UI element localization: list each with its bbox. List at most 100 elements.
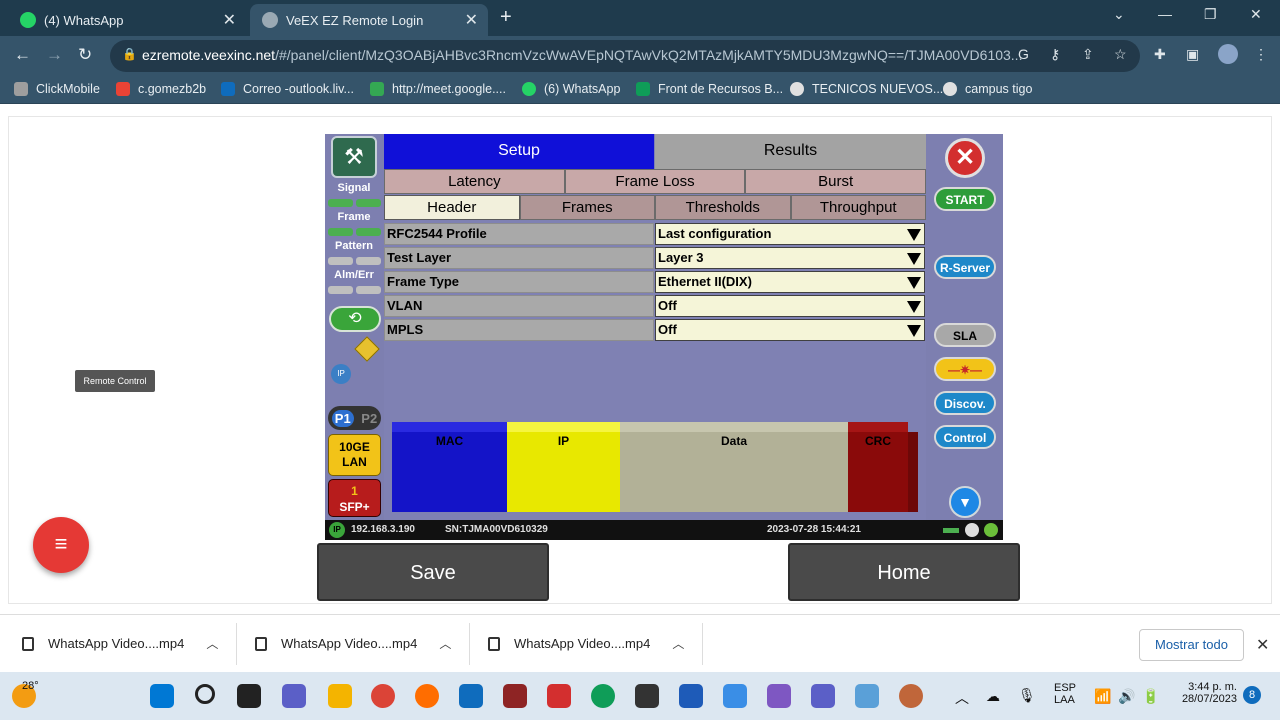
teams-icon[interactable]	[811, 684, 835, 708]
menu-fab-button[interactable]: ≡	[33, 517, 89, 573]
sfp-button[interactable]: 1 SFP+	[328, 479, 381, 517]
word-icon[interactable]	[679, 684, 703, 708]
clock[interactable]: 3:44 p. m. 28/07/2023	[1175, 681, 1237, 705]
history-button[interactable]: ⟲	[329, 306, 381, 332]
remote-device-screen[interactable]: ⚒ Signal Frame Pattern Alm/Err ⟲ IP P1 P…	[325, 134, 1003, 540]
notification-badge[interactable]: 8	[1243, 686, 1261, 704]
terminal-icon[interactable]	[635, 684, 659, 708]
chevron-up-icon[interactable]: ︿	[206, 635, 218, 652]
home-button[interactable]: Home	[788, 543, 1020, 601]
minimize-button[interactable]: —	[1158, 6, 1172, 22]
file-explorer-icon[interactable]	[328, 684, 352, 708]
bookmark-item[interactable]: Correo -outlook.liv...	[221, 82, 354, 96]
vlan-select[interactable]: Off	[655, 295, 925, 317]
tab-header[interactable]: Header	[384, 195, 520, 220]
search-icon[interactable]	[195, 684, 215, 704]
tab-frame-loss[interactable]: Frame Loss	[564, 169, 746, 194]
network-icon[interactable]: ☁	[986, 688, 1000, 705]
tab-whatsapp[interactable]: (4) WhatsApp ✕	[8, 4, 246, 36]
tab-search-icon[interactable]: ⌄	[1113, 6, 1125, 23]
chevron-up-icon[interactable]: ︿	[672, 635, 684, 652]
test-layer-select[interactable]: Layer 3	[655, 247, 925, 269]
menu-icon[interactable]: ⋮	[1254, 46, 1268, 63]
tab-setup[interactable]: Setup	[384, 134, 654, 169]
microphone-icon[interactable]: 🎙	[1018, 687, 1036, 704]
mac-segment[interactable]: MAC	[392, 422, 507, 512]
mpls-select[interactable]: Off	[655, 319, 925, 341]
bookmark-item[interactable]: c.gomezb2b	[116, 82, 206, 96]
remote-desktop-icon[interactable]	[855, 684, 879, 708]
download-item[interactable]: WhatsApp Video....mp4 ︿	[488, 635, 684, 652]
close-tab-icon[interactable]: ✕	[223, 10, 236, 30]
frame-type-select[interactable]: Ethernet II(DIX)	[655, 271, 925, 293]
battery-icon[interactable]: 🔋	[1142, 688, 1159, 705]
extensions-icon[interactable]: ✚	[1154, 46, 1166, 63]
language-indicator[interactable]: ESP LAA	[1054, 682, 1076, 706]
acrobat-icon[interactable]	[547, 684, 571, 708]
snipping-icon[interactable]	[767, 684, 791, 708]
chevron-up-icon[interactable]: ︿	[439, 635, 451, 652]
bookmark-item[interactable]: ClickMobile	[14, 82, 100, 96]
close-app-button[interactable]: ✕	[945, 138, 985, 178]
tab-throughput[interactable]: Throughput	[790, 195, 926, 220]
chrome-icon[interactable]	[371, 684, 395, 708]
ip-segment[interactable]: IP	[507, 422, 620, 512]
share-icon[interactable]: ⇪	[1082, 46, 1094, 63]
google-icon[interactable]: G	[1018, 46, 1029, 62]
scroll-down-button[interactable]: ▼	[949, 486, 981, 518]
close-window-button[interactable]: ✕	[1250, 6, 1262, 23]
forward-button[interactable]: →	[46, 45, 63, 65]
interface-10ge-lan-button[interactable]: 10GE LAN	[328, 434, 381, 476]
save-button[interactable]: Save	[317, 543, 549, 601]
bookmark-item[interactable]: TECNICOS NUEVOS...	[790, 82, 943, 96]
address-bar[interactable]: 🔒 ezremote.veexinc.net/#/panel/client/Mz…	[110, 40, 1140, 72]
tab-frames[interactable]: Frames	[519, 195, 655, 220]
wifi-icon[interactable]: 📶	[1094, 688, 1111, 705]
outlook-icon[interactable]	[459, 684, 483, 708]
sla-button[interactable]: SLA	[934, 323, 996, 347]
sidepanel-icon[interactable]: ▣	[1186, 46, 1199, 63]
show-all-button[interactable]: Mostrar todo	[1139, 629, 1244, 661]
bookmark-item[interactable]: http://meet.google....	[370, 82, 506, 96]
tab-results[interactable]: Results	[655, 134, 926, 169]
task-view-icon[interactable]	[237, 684, 261, 708]
move-icon[interactable]	[354, 336, 380, 362]
laser-button[interactable]: —✷—	[934, 357, 996, 381]
rfc2544-profile-select[interactable]: Last configuration	[655, 223, 925, 245]
chrome-icon[interactable]	[591, 684, 615, 708]
control-button[interactable]: Control	[934, 425, 996, 449]
start-button[interactable]: START	[934, 187, 996, 211]
tab-thresholds[interactable]: Thresholds	[655, 195, 791, 220]
bookmark-star-icon[interactable]: ☆	[1114, 46, 1127, 63]
download-item[interactable]: WhatsApp Video....mp4 ︿	[22, 635, 218, 652]
bookmark-item[interactable]: campus tigo	[943, 82, 1032, 96]
tray-chevron-icon[interactable]: ︿	[955, 688, 969, 708]
chat-icon[interactable]	[282, 684, 306, 708]
tools-button[interactable]: ⚒	[331, 136, 377, 178]
port-2[interactable]: P2	[361, 411, 377, 426]
download-item[interactable]: WhatsApp Video....mp4 ︿	[255, 635, 451, 652]
back-button[interactable]: ←	[14, 45, 31, 65]
app-icon[interactable]	[899, 684, 923, 708]
volume-icon[interactable]: 🔊	[1118, 688, 1135, 705]
reload-button[interactable]: ↻	[78, 45, 92, 65]
crc-segment[interactable]: CRC	[848, 422, 908, 512]
discover-button[interactable]: Discov.	[934, 391, 996, 415]
tab-burst[interactable]: Burst	[745, 169, 927, 194]
bookmark-item[interactable]: (6) WhatsApp	[522, 82, 620, 96]
port-selector[interactable]: P1 P2	[328, 406, 381, 430]
ip-icon[interactable]: IP	[331, 364, 351, 384]
restore-button[interactable]: ❐	[1204, 6, 1217, 23]
firefox-icon[interactable]	[415, 684, 439, 708]
close-tab-icon[interactable]: ✕	[465, 10, 478, 30]
close-downloads-icon[interactable]: ✕	[1256, 635, 1269, 655]
port-1[interactable]: P1	[331, 409, 354, 427]
tab-latency[interactable]: Latency	[384, 169, 565, 194]
profile-avatar[interactable]	[1218, 44, 1238, 64]
tab-veex[interactable]: VeEX EZ Remote Login ✕	[250, 4, 488, 36]
windows-start-icon[interactable]	[150, 684, 174, 708]
photos-icon[interactable]	[723, 684, 747, 708]
key-icon[interactable]: ⚷	[1050, 46, 1060, 63]
r-server-button[interactable]: R-Server	[934, 255, 996, 279]
data-segment[interactable]: Data	[620, 422, 848, 512]
